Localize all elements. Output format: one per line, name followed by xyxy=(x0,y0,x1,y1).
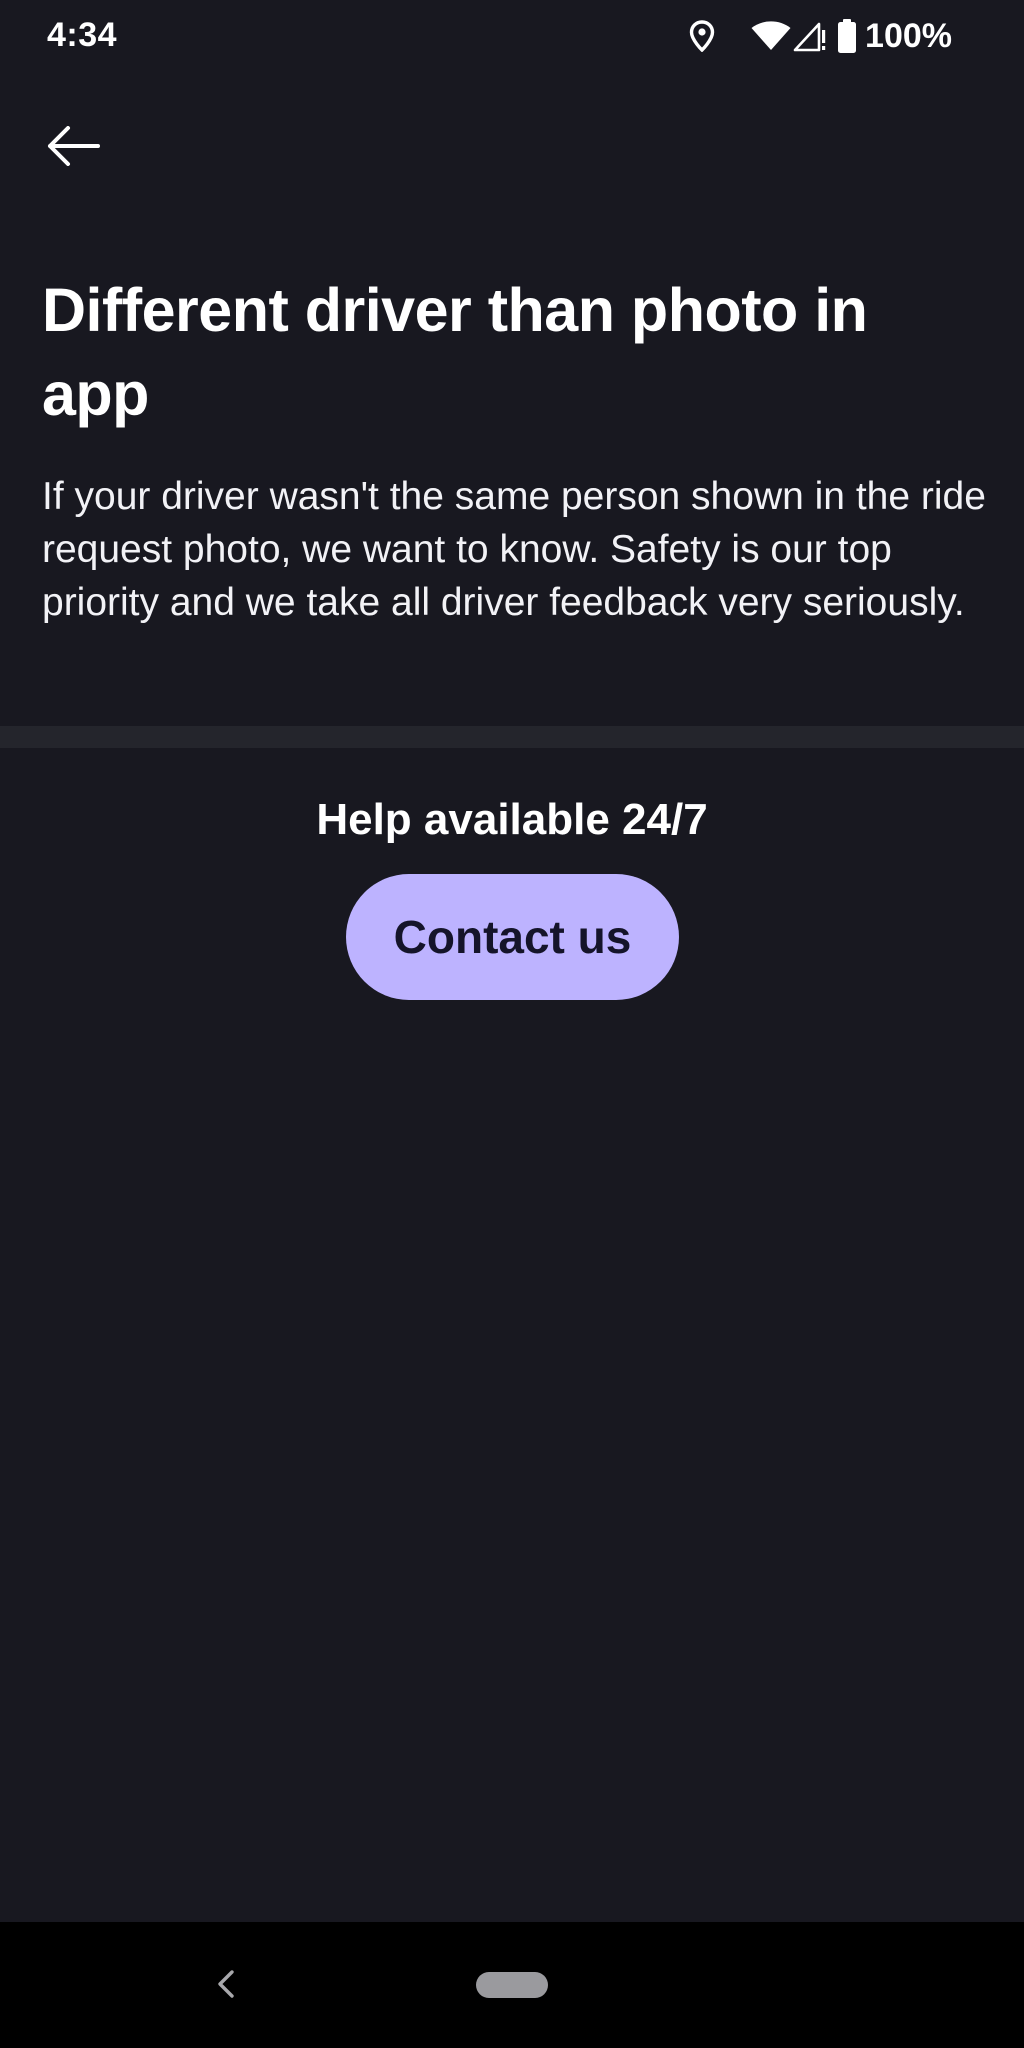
wifi-icon xyxy=(751,21,791,50)
section-divider xyxy=(0,726,1024,748)
help-heading: Help available 24/7 xyxy=(316,795,708,844)
contact-us-button[interactable]: Contact us xyxy=(346,874,679,1000)
status-icons: 100% xyxy=(689,16,952,56)
home-pill-icon[interactable] xyxy=(476,1972,548,1998)
status-time: 4:34 xyxy=(47,16,118,54)
battery-percentage: 100% xyxy=(865,16,952,55)
location-icon xyxy=(689,20,715,52)
signal-icon xyxy=(793,22,826,52)
screen: 4:34 100% Different driver than photo in… xyxy=(0,0,1024,2048)
nav-back-icon xyxy=(218,1970,234,1998)
battery-icon xyxy=(838,19,857,53)
page-title: Different driver than photo in app xyxy=(42,276,868,428)
status-bar: 4:34 100% xyxy=(0,0,1024,72)
nav-back-button[interactable] xyxy=(204,1962,248,2006)
back-button[interactable] xyxy=(36,112,112,180)
arrow-left-icon xyxy=(48,126,100,166)
navigation-bar xyxy=(0,1922,1024,2048)
page-description: If your driver wasn't the same person sh… xyxy=(42,475,986,624)
